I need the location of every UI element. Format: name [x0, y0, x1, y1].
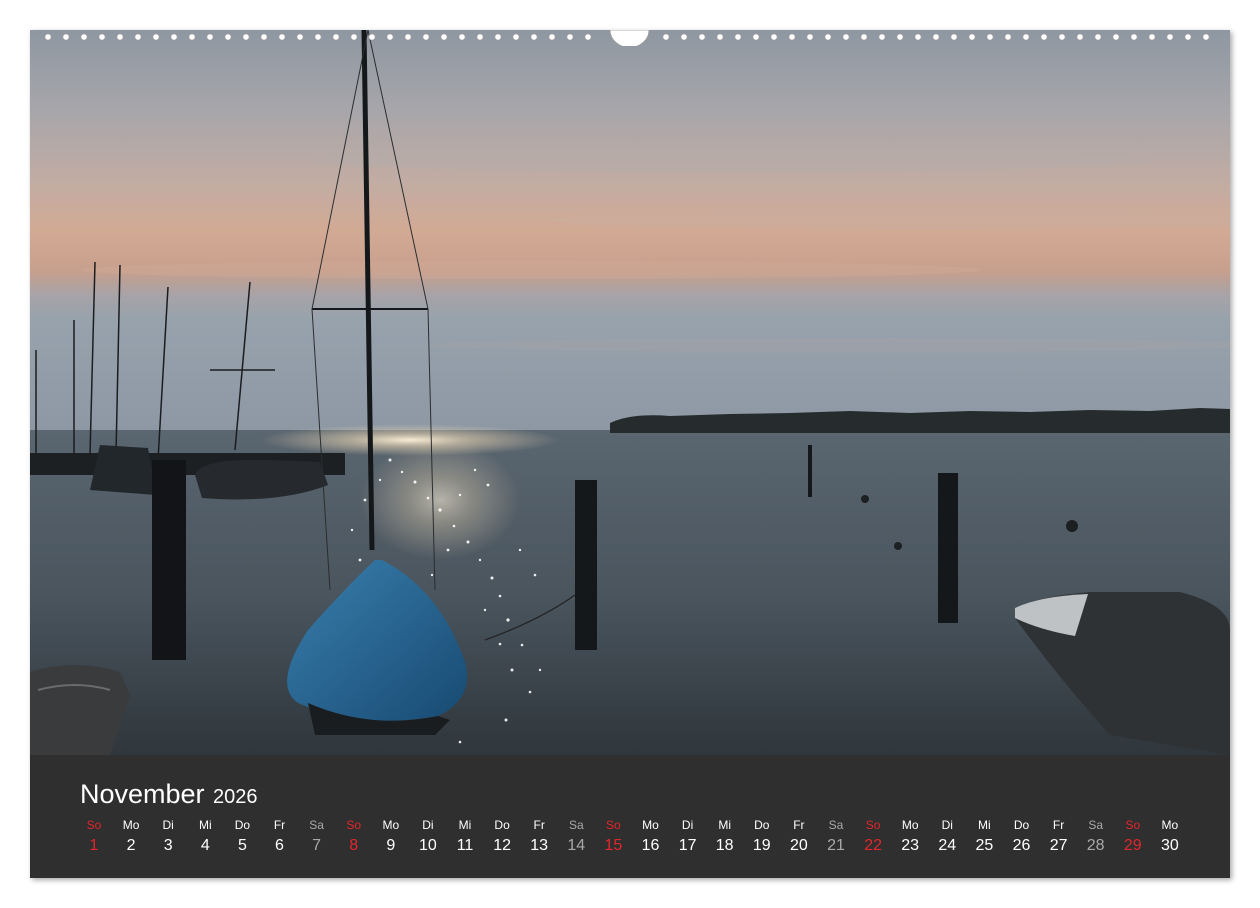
day-cell: So 15	[596, 817, 630, 858]
day-cell: Sa 21	[819, 817, 853, 858]
day-number: 19	[752, 837, 771, 854]
day-number: 6	[275, 837, 284, 854]
day-cell: So 1	[77, 817, 111, 858]
weekday-label: So	[606, 818, 621, 832]
day-cell: Sa 28	[1079, 817, 1113, 858]
weekday-label: Mi	[718, 818, 732, 832]
day-number: 29	[1123, 837, 1142, 854]
day-number: 21	[827, 837, 845, 854]
calendar-page: November 2026 So 1 Mo 2 Di 3 Mi 4 Do 5 Fr 6 Sa 7 So 8 Mo…	[30, 30, 1230, 878]
weekday-label: Sa	[1088, 818, 1104, 832]
day-cell: Fr 13	[522, 817, 556, 858]
day-number: 2	[126, 837, 136, 854]
day-number: 13	[530, 837, 549, 854]
day-cell: Fr 6	[263, 817, 297, 858]
weekday-label: Do	[754, 818, 770, 832]
day-cell: Mo 23	[893, 817, 927, 858]
weekday-label: Fr	[533, 818, 545, 832]
day-cell: Mo 30	[1153, 817, 1187, 858]
day-cell: Sa 7	[300, 817, 334, 858]
weekday-label: Do	[1013, 818, 1030, 832]
day-number: 14	[567, 837, 586, 854]
day-number: 12	[493, 837, 511, 854]
weekday-label: Do	[494, 818, 510, 832]
day-cell: Mo 16	[634, 817, 668, 858]
weekday-label: So	[865, 818, 881, 832]
day-number: 24	[938, 837, 957, 854]
weekday-label: Di	[422, 818, 434, 832]
day-cell: Fr 20	[782, 817, 816, 858]
weekday-label: Fr	[1052, 818, 1065, 832]
weekday-label: Mo	[1161, 818, 1179, 832]
day-cell: So 22	[856, 817, 890, 858]
day-cell: So 29	[1116, 817, 1150, 858]
day-number: 10	[418, 837, 437, 854]
weekday-label: Mo	[642, 818, 659, 832]
weekday-label: Fr	[793, 818, 805, 832]
weekday-label: Sa	[309, 818, 324, 832]
lake-sunset-photo	[30, 30, 1230, 755]
weekday-label: Di	[681, 818, 694, 832]
day-number: 3	[163, 837, 173, 854]
day-cell: Sa 14	[559, 817, 593, 858]
day-cell: So 8	[337, 817, 371, 858]
day-number: 5	[237, 837, 247, 854]
weekday-label: Mo	[122, 818, 140, 832]
weekday-label: Do	[234, 818, 251, 832]
day-cell: Fr 27	[1042, 817, 1076, 858]
day-cell: Mo 2	[114, 817, 148, 858]
day-cell: Do 5	[225, 817, 259, 858]
day-number: 11	[456, 837, 474, 854]
weekday-label: Di	[162, 818, 174, 832]
day-number: 8	[349, 837, 359, 854]
day-cell: Mi 18	[708, 817, 742, 858]
weekday-label: Mo	[382, 818, 400, 832]
day-cell: Do 19	[745, 817, 779, 858]
weekday-label: Mi	[458, 818, 472, 832]
day-number: 20	[789, 837, 808, 854]
day-cell: Mi 25	[967, 817, 1001, 858]
day-number: 16	[641, 837, 660, 854]
weekday-label: Fr	[273, 818, 286, 832]
weekday-label: Mi	[198, 818, 212, 832]
day-cell: Di 3	[151, 817, 185, 858]
day-cell: Mo 9	[374, 817, 408, 858]
day-number: 17	[678, 837, 697, 854]
day-number: 7	[312, 837, 322, 854]
day-cell: Mi 4	[188, 817, 222, 858]
day-number: 22	[864, 837, 882, 854]
day-cell: Di 17	[671, 817, 705, 858]
weekday-label: So	[86, 818, 102, 832]
day-number: 23	[901, 837, 920, 854]
weekday-label: Mi	[978, 818, 991, 832]
day-number: 18	[715, 837, 734, 854]
day-cell: Di 24	[930, 817, 964, 858]
day-number: 25	[975, 837, 994, 854]
weekday-label: So	[1125, 818, 1141, 832]
weekday-label: Sa	[828, 818, 844, 832]
weekday-label: Di	[941, 818, 953, 832]
weekday-label: Sa	[568, 818, 584, 832]
day-cell: Do 26	[1005, 817, 1039, 858]
day-number: 15	[604, 837, 623, 854]
weekday-label: So	[346, 818, 362, 832]
day-number: 30	[1160, 837, 1179, 854]
day-number: 9	[386, 837, 396, 854]
day-number: 28	[1086, 837, 1105, 854]
weekday-label: Mo	[901, 818, 919, 832]
day-number: 1	[89, 837, 99, 854]
day-cell: Mi 11	[448, 817, 482, 858]
calendar-strip: November 2026 So 1 Mo 2 Di 3 Mi 4 Do 5 Fr 6 Sa 7 So 8 Mo…	[30, 755, 1230, 878]
day-number: 27	[1049, 837, 1068, 854]
day-row: So 1 Mo 2 Di 3 Mi 4 Do 5 Fr 6 Sa 7 So 8 Mo 9 Di 10 Mi 11 Do 12 F…	[30, 755, 1230, 878]
day-number: 4	[200, 837, 210, 854]
day-cell: Di 10	[411, 817, 445, 858]
day-number: 26	[1012, 837, 1031, 854]
day-cell: Do 12	[485, 817, 519, 858]
